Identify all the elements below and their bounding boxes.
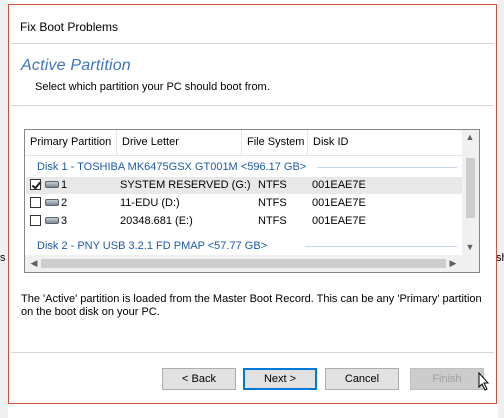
- mouse-cursor-icon: [478, 372, 490, 391]
- header-divider: [11, 105, 494, 106]
- background-text-left: s: [0, 252, 6, 264]
- drive-icon: [45, 199, 59, 206]
- drive-icon: [45, 181, 59, 188]
- partition-row[interactable]: 1 SYSTEM RESERVED (G:) NTFS 001EAE7E: [26, 177, 462, 194]
- file-system: NTFS: [258, 215, 287, 227]
- next-button[interactable]: Next >: [243, 368, 317, 390]
- group-divider: [305, 246, 457, 247]
- partition-row[interactable]: 3 20348.681 (E:) NTFS 001EAE7E: [26, 213, 462, 230]
- scroll-left-icon[interactable]: ◀: [28, 259, 40, 268]
- column-header-file-system[interactable]: File System: [242, 130, 308, 155]
- partition-checkbox[interactable]: [30, 197, 41, 208]
- file-system: NTFS: [258, 197, 287, 209]
- vertical-scrollbar[interactable]: ▲ ▼: [462, 130, 479, 255]
- background-text-right: sh: [496, 252, 504, 264]
- disk-group-header: Disk 2 - PNY USB 3.2.1 FD PMAP <57.77 GB…: [37, 240, 268, 252]
- background-window-right: sh: [496, 0, 504, 418]
- drive-icon: [45, 217, 59, 224]
- column-header-primary-partition[interactable]: Primary Partition: [25, 130, 117, 155]
- disk-id: 001EAE7E: [312, 215, 366, 227]
- finish-button[interactable]: Finish: [410, 368, 484, 390]
- description-text: The 'Active' partition is loaded from th…: [21, 293, 482, 318]
- horizontal-scroll-thumb[interactable]: [41, 259, 446, 268]
- column-header-disk-id[interactable]: Disk ID: [308, 130, 464, 155]
- back-button[interactable]: < Back: [162, 368, 236, 390]
- footer-divider: [11, 352, 494, 353]
- drive-letter: 20348.681 (E:): [120, 215, 193, 227]
- fix-boot-dialog: Fix Boot Problems Active Partition Selec…: [8, 4, 497, 404]
- scroll-down-icon[interactable]: ▼: [464, 243, 476, 252]
- background-window-left: s: [0, 0, 8, 418]
- scroll-up-icon[interactable]: ▲: [464, 133, 476, 142]
- cancel-button[interactable]: Cancel: [325, 368, 399, 390]
- partition-number: 1: [61, 179, 68, 191]
- disk-id: 001EAE7E: [312, 197, 366, 209]
- file-system: NTFS: [258, 179, 287, 191]
- partition-checkbox[interactable]: [30, 215, 41, 226]
- scroll-right-icon[interactable]: ▶: [447, 259, 459, 268]
- dialog-title: Fix Boot Problems: [20, 20, 119, 34]
- column-headers: Primary Partition Drive Letter File Syst…: [25, 130, 462, 156]
- drive-letter: 11-EDU (D:): [120, 197, 180, 209]
- vertical-scroll-thumb[interactable]: [466, 158, 475, 218]
- partition-number: 2: [61, 197, 68, 209]
- disk-id: 001EAE7E: [312, 179, 366, 191]
- column-header-drive-letter[interactable]: Drive Letter: [117, 130, 242, 155]
- title-divider: [11, 43, 494, 44]
- drive-letter: SYSTEM RESERVED (G:): [120, 179, 251, 191]
- disk-group-header: Disk 1 - TOSHIBA MK6475GSX GT001M <596.1…: [37, 161, 307, 173]
- partition-checkbox[interactable]: [30, 179, 41, 190]
- page-subheading: Select which partition your PC should bo…: [35, 81, 270, 93]
- partition-list[interactable]: Primary Partition Drive Letter File Syst…: [24, 129, 480, 273]
- group-divider: [317, 167, 457, 168]
- scroll-corner: [462, 255, 479, 272]
- partition-number: 3: [61, 215, 68, 227]
- horizontal-scrollbar[interactable]: ◀ ▶: [25, 255, 462, 272]
- partition-row[interactable]: 2 11-EDU (D:) NTFS 001EAE7E: [26, 195, 462, 212]
- page-heading: Active Partition: [21, 57, 131, 74]
